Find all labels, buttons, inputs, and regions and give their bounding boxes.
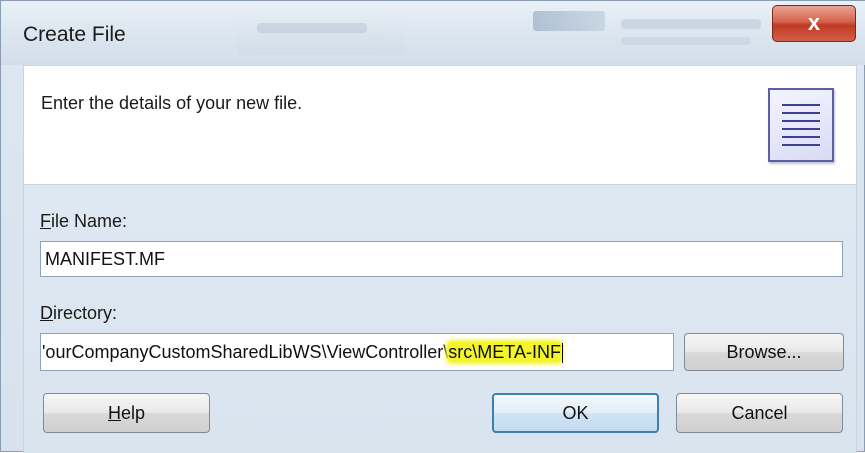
form-panel: File Name: MANIFEST.MF Directory: 'ourCo…	[23, 185, 857, 453]
directory-label: Directory:	[40, 303, 117, 324]
file-name-value: MANIFEST.MF	[45, 249, 165, 269]
file-name-mnemonic: F	[40, 211, 51, 231]
directory-label-text: irectory:	[53, 303, 118, 323]
background-ghost-text	[257, 23, 367, 33]
header-panel: Enter the details of your new file.	[23, 65, 857, 185]
file-name-input[interactable]: MANIFEST.MF	[40, 241, 843, 277]
directory-mnemonic: D	[40, 303, 53, 323]
header-message: Enter the details of your new file.	[41, 93, 303, 113]
dialog-title: Create File	[23, 23, 126, 46]
background-window-ghost	[237, 11, 405, 55]
browse-button-label: Browse...	[726, 342, 802, 362]
file-name-label-text: ile Name:	[51, 211, 128, 231]
help-label-text: elp	[120, 403, 146, 423]
background-window-ghost	[621, 37, 751, 45]
background-window-ghost	[533, 11, 605, 31]
title-bar[interactable]: Create File x	[1, 1, 865, 65]
help-button-label: Help	[108, 394, 145, 432]
file-name-label: File Name:	[40, 211, 127, 232]
ok-button-label: OK	[562, 403, 589, 423]
browse-button[interactable]: Browse...	[684, 333, 844, 371]
text-caret	[561, 343, 563, 364]
document-lines-icon	[768, 88, 834, 162]
directory-value-prefix: 'ourCompanyCustomSharedLibWS\ViewControl…	[42, 342, 449, 362]
background-window-ghost	[621, 19, 761, 29]
directory-highlight: src\META-INF	[448, 342, 561, 362]
create-file-dialog: Create File x Enter the details of your …	[0, 0, 865, 453]
ok-button[interactable]: OK	[492, 393, 659, 433]
cancel-button[interactable]: Cancel	[676, 393, 843, 433]
help-button[interactable]: Help	[43, 393, 210, 433]
close-button[interactable]: x	[772, 5, 856, 42]
help-mnemonic: H	[107, 403, 121, 423]
cancel-button-label: Cancel	[731, 403, 788, 423]
directory-value: 'ourCompanyCustomSharedLibWS\ViewControl…	[42, 342, 563, 364]
directory-input[interactable]: 'ourCompanyCustomSharedLibWS\ViewControl…	[40, 333, 674, 371]
close-icon: x	[807, 10, 821, 35]
